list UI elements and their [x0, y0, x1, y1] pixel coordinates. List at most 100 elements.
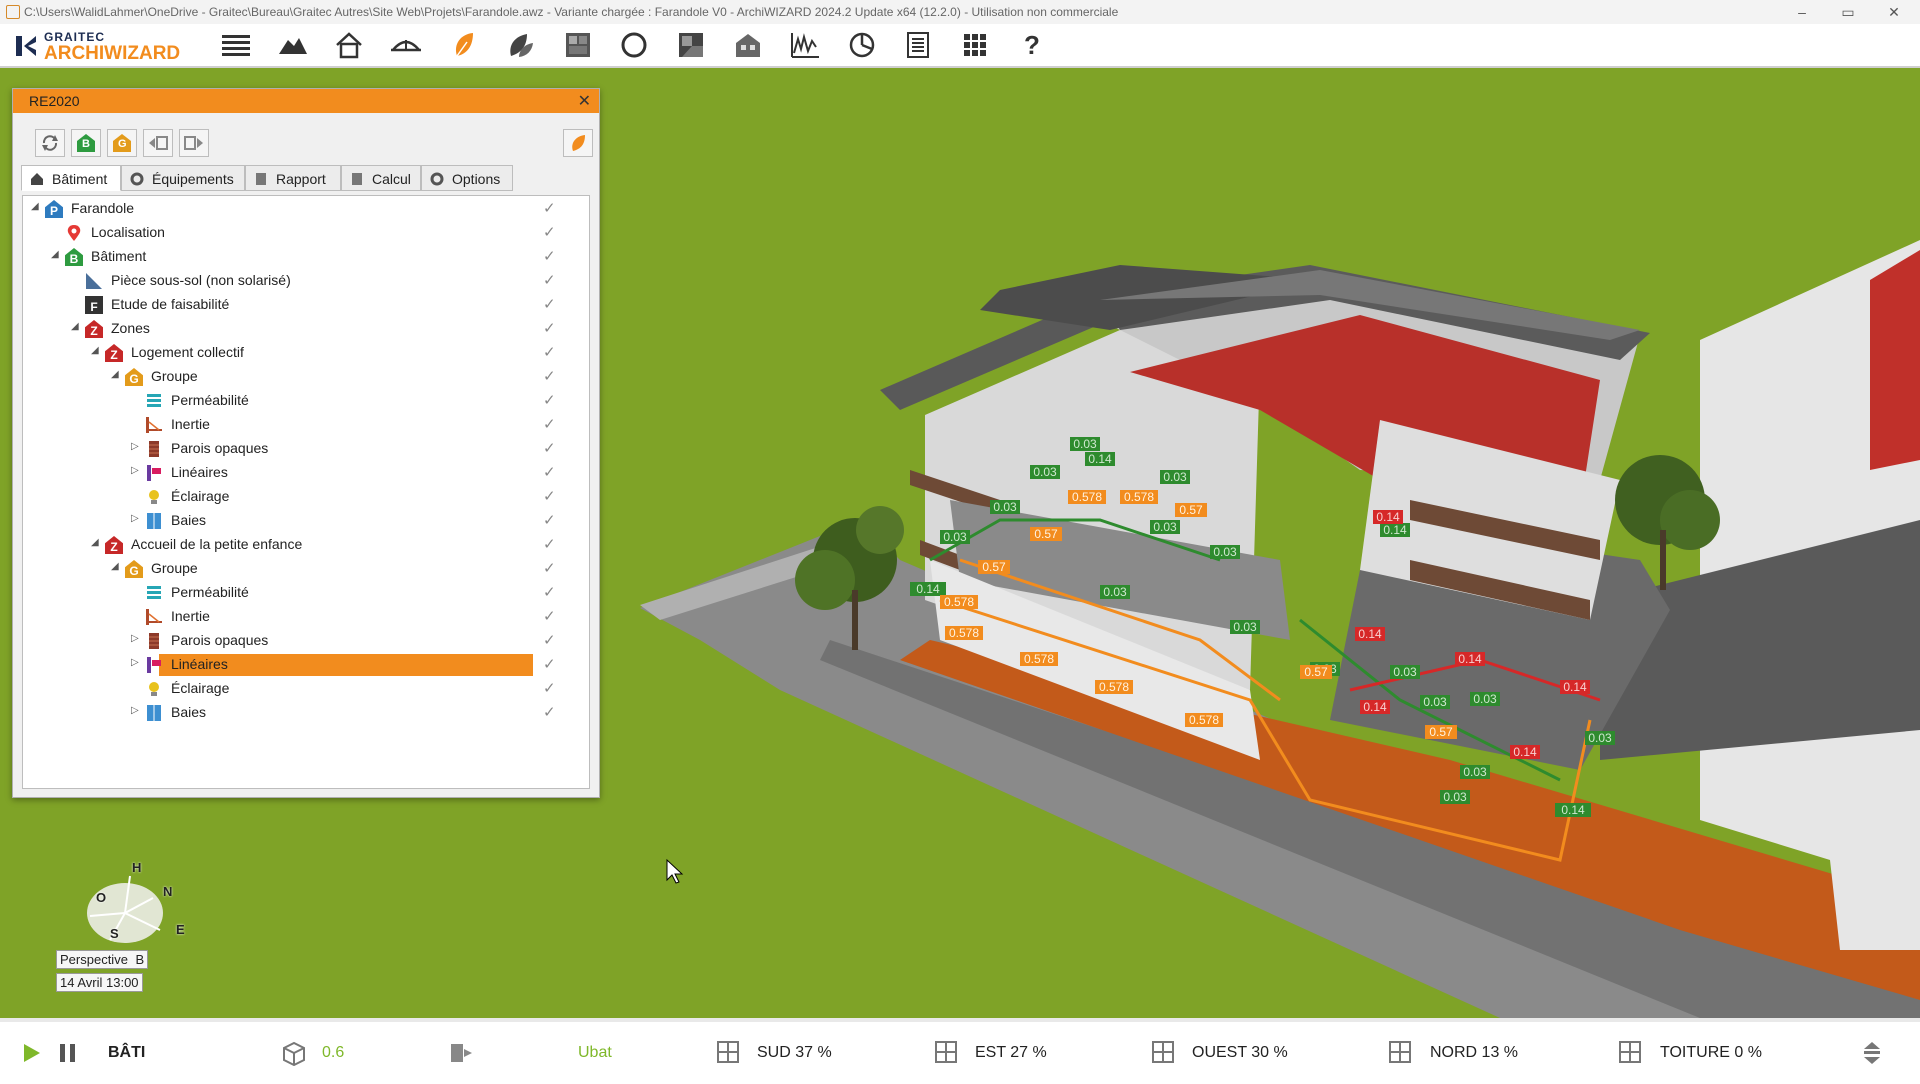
export-icon[interactable] — [179, 129, 209, 157]
tree-item[interactable]: ▷ Baies ✓ — [23, 510, 589, 532]
wall-icon — [145, 440, 163, 458]
compass-o: O — [96, 890, 107, 905]
tree-expander-icon[interactable]: ◢ — [31, 201, 39, 212]
tree-expander-icon[interactable]: ▷ — [131, 513, 139, 524]
tree-item[interactable]: ▷ Linéaires ✓ — [23, 654, 589, 676]
add-group-button[interactable]: G — [107, 129, 137, 157]
lin-icon — [145, 464, 163, 482]
tree-item[interactable]: Éclairage ✓ — [23, 678, 589, 700]
status-check-icon: ✓ — [543, 680, 556, 697]
help-icon[interactable]: ? — [1014, 28, 1050, 62]
tree-item[interactable]: ◢ Z Zones ✓ — [23, 318, 589, 340]
inertie-icon — [145, 416, 163, 434]
tree-expander-icon[interactable]: ▷ — [131, 441, 139, 452]
tab-options-label: Options — [452, 171, 501, 187]
tree-item[interactable]: Inertie ✓ — [23, 606, 589, 628]
sun-path-icon[interactable] — [388, 28, 424, 62]
tree-item-label: Farandole — [71, 200, 135, 216]
add-building-label: B — [82, 138, 90, 150]
tree-item[interactable]: ◢ Z Accueil de la petite enfance ✓ — [23, 534, 589, 556]
house-icon — [31, 173, 43, 185]
tree-expander-icon[interactable]: ▷ — [131, 705, 139, 716]
close-window-button[interactable]: ✕ — [1874, 2, 1914, 22]
leaf-icon[interactable] — [563, 129, 593, 157]
refresh-icon[interactable] — [35, 129, 65, 157]
thermal-bridge-label: 0.578 — [1072, 490, 1102, 504]
tree-expander-icon[interactable]: ◢ — [91, 345, 99, 356]
play-icon[interactable] — [22, 1042, 42, 1064]
gear-icon — [430, 172, 444, 186]
building-icon[interactable] — [730, 28, 766, 62]
tab-calcul[interactable]: Calcul — [341, 165, 421, 191]
tree-item[interactable]: Pièce sous-sol (non solarisé) ✓ — [23, 270, 589, 292]
tree-expander-icon[interactable]: ◢ — [51, 249, 59, 260]
tree-item[interactable]: Localisation ✓ — [23, 222, 589, 244]
tree-item[interactable]: ◢ B Bâtiment ✓ — [23, 246, 589, 268]
compass-h: H — [132, 860, 142, 875]
window-icon[interactable] — [560, 28, 596, 62]
tree-item[interactable]: ▷ Parois opaques ✓ — [23, 438, 589, 460]
tree-item[interactable]: Perméabilité ✓ — [23, 582, 589, 604]
pause-icon[interactable] — [58, 1042, 78, 1064]
status-check-icon: ✓ — [543, 368, 556, 385]
tree-item[interactable]: ◢ P Farandole ✓ — [23, 198, 589, 220]
menu-icon[interactable] — [218, 28, 254, 62]
tree-expander-icon[interactable]: ▷ — [131, 633, 139, 644]
tree-expander-icon[interactable]: ◢ — [71, 321, 79, 332]
tree-item[interactable]: ◢ Z Logement collectif ✓ — [23, 342, 589, 364]
tree-item[interactable]: ▷ Parois opaques ✓ — [23, 630, 589, 652]
leaves-icon[interactable] — [502, 28, 538, 62]
tree-item[interactable]: ▷ Baies ✓ — [23, 702, 589, 724]
tree-item[interactable]: Perméabilité ✓ — [23, 390, 589, 412]
thermal-bridge-label: 0.14 — [1358, 627, 1382, 641]
tab-equipements[interactable]: Équipements — [121, 165, 245, 191]
house-icon[interactable] — [331, 28, 367, 62]
status-check-icon: ✓ — [543, 296, 556, 313]
east-ratio: EST 27 % — [975, 1044, 1047, 1061]
camera-date-tag[interactable]: 14 Avril 13:00 — [56, 973, 143, 992]
tab-rapport[interactable]: Rapport — [245, 165, 341, 191]
tree-item[interactable]: Éclairage ✓ — [23, 486, 589, 508]
brand-name: GRAITEC — [44, 30, 105, 44]
report-icon[interactable] — [900, 28, 936, 62]
maximize-button[interactable]: ▭ — [1828, 2, 1868, 22]
project-tree[interactable]: ◢ P Farandole ✓ Localisation ✓ ◢ B Bâtiment ✓ Pièc… — [22, 195, 590, 789]
panel-icon[interactable] — [673, 28, 709, 62]
north-ratio: NORD 13 % — [1430, 1044, 1519, 1061]
compass-widget[interactable]: H N O E S — [70, 860, 185, 958]
status-check-icon: ✓ — [543, 272, 556, 289]
tab-batiment[interactable]: Bâtiment — [21, 165, 121, 191]
compactness-icon — [283, 1041, 305, 1066]
circle-icon[interactable] — [616, 28, 652, 62]
status-check-icon: ✓ — [543, 464, 556, 481]
thermal-bridge-label: 0.03 — [1153, 520, 1177, 534]
thermal-bridge-label: 0.03 — [1103, 585, 1127, 599]
tree-expander-icon[interactable]: ▷ — [131, 465, 139, 476]
thermal-bridge-label: 0.14 — [916, 582, 940, 596]
leaf-icon[interactable] — [445, 28, 481, 62]
expand-collapse-icon[interactable] — [1862, 1040, 1882, 1066]
tree-item-label: Accueil de la petite enfance — [131, 536, 303, 552]
camera-view-tag[interactable]: Perspective B — [56, 950, 149, 969]
thermal-bridge-label: 0.03 — [1163, 470, 1187, 484]
tree-item[interactable]: ◢ G Groupe ✓ — [23, 366, 589, 388]
import-icon[interactable] — [143, 129, 173, 157]
lin-icon — [145, 656, 163, 674]
tree-expander-icon[interactable]: ◢ — [111, 561, 119, 572]
tree-item[interactable]: ◢ G Groupe ✓ — [23, 558, 589, 580]
tree-item[interactable]: Inertie ✓ — [23, 414, 589, 436]
thermal-bridge-label: 0.03 — [1393, 665, 1417, 679]
tree-expander-icon[interactable]: ▷ — [131, 657, 139, 668]
tree-item[interactable]: F Etude de faisabilité ✓ — [23, 294, 589, 316]
tree-expander-icon[interactable]: ◢ — [111, 369, 119, 380]
pie-chart-icon[interactable] — [844, 28, 880, 62]
chart-icon[interactable] — [787, 28, 823, 62]
tab-options[interactable]: Options — [421, 165, 513, 191]
terrain-icon[interactable] — [275, 28, 311, 62]
add-building-button[interactable]: B — [71, 129, 101, 157]
tree-item[interactable]: ▷ Linéaires ✓ — [23, 462, 589, 484]
minimize-button[interactable]: – — [1782, 2, 1822, 22]
panel-close-button[interactable]: ✕ — [578, 91, 591, 111]
grid-icon[interactable] — [957, 28, 993, 62]
tree-expander-icon[interactable]: ◢ — [91, 537, 99, 548]
